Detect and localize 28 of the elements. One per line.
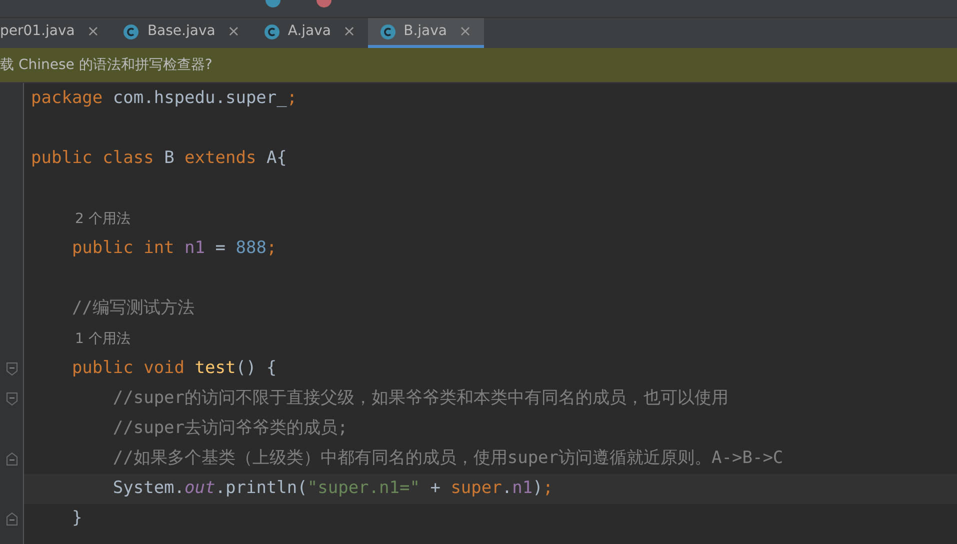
code-line: public class B extends A{ xyxy=(30,147,287,170)
tab-label: A.java xyxy=(288,22,332,41)
close-icon[interactable]: × xyxy=(458,20,472,43)
close-icon[interactable]: × xyxy=(86,20,100,43)
code-line: //super去访问爷爷类的成员; xyxy=(112,417,348,440)
code-line: public void test() { xyxy=(70,357,277,380)
close-icon[interactable]: × xyxy=(343,20,356,43)
tab-label: per01.java xyxy=(0,22,75,41)
editor-tab[interactable]: A.java × xyxy=(252,18,368,48)
code-line: public int n1 = 888; xyxy=(70,237,277,260)
code-line: package com.hspedu.super_; xyxy=(30,87,298,110)
code-line: //编写测试方法 xyxy=(70,297,194,320)
fold-icon[interactable] xyxy=(6,392,18,406)
usage-hint[interactable]: 2 个用法 xyxy=(75,208,130,230)
close-icon[interactable]: × xyxy=(227,20,240,43)
editor-tab[interactable]: B.java × xyxy=(368,18,484,48)
fold-icon[interactable] xyxy=(6,512,18,526)
fold-icon[interactable] xyxy=(6,452,18,466)
tab-label: Base.java xyxy=(147,22,216,41)
fold-icon[interactable] xyxy=(6,362,18,376)
banner-text: 载 Chinese 的语法和拼写检查器? xyxy=(0,56,212,74)
code-line: //如果多个基类（上级类）中都有同名的成员，使用super访问遵循就近原则。A->B->C xyxy=(112,447,784,470)
usage-hint[interactable]: 1 个用法 xyxy=(75,328,130,350)
tab-label: B.java xyxy=(404,22,447,41)
code-line: } xyxy=(70,507,82,530)
editor-tab[interactable]: per01.java × xyxy=(0,18,112,48)
editor-tab[interactable]: Base.java × xyxy=(111,18,252,48)
code-line: //super的访问不限于直接父级，如果爷爷类和本类中有同名的成员，也可以使用 xyxy=(112,387,729,410)
